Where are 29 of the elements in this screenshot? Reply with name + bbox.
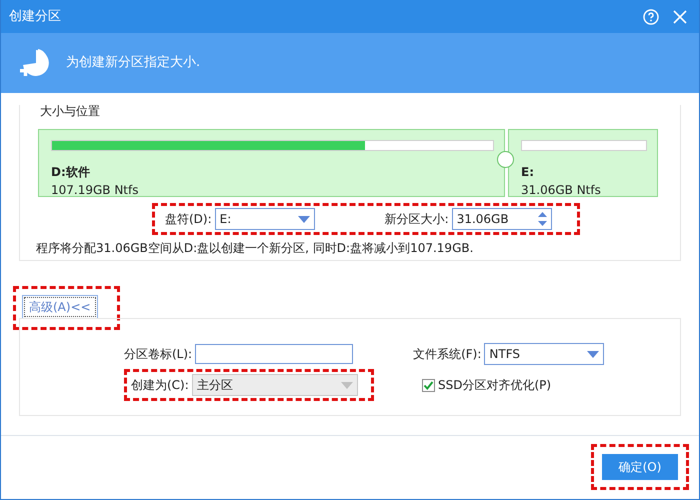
- partition-info: 107.19GB Ntfs: [51, 182, 140, 199]
- info-text: 程序将分配31.06GB空间从D:盘以创建一个新分区, 同时D:盘将减小到107.19GB.: [36, 240, 474, 257]
- close-icon[interactable]: [673, 10, 687, 24]
- caret-icon: [340, 382, 353, 388]
- volume-label-field[interactable]: [195, 344, 354, 364]
- field-label: 文件系统(F):: [413, 346, 482, 363]
- advanced-button[interactable]: 高级(A)<<: [22, 295, 98, 319]
- drive-letter-select[interactable]: E:: [214, 208, 315, 230]
- file-system-select[interactable]: NTFS: [484, 343, 604, 365]
- partition-add-icon: [19, 48, 49, 78]
- field-label: 新分区大小:: [384, 211, 449, 228]
- spinner-arrows-icon[interactable]: [538, 212, 547, 226]
- partition-name: D:软件: [51, 164, 91, 181]
- partition-name: E:: [521, 164, 535, 181]
- group-title: 大小与位置: [38, 102, 102, 120]
- field-label: 分区卷标(L):: [124, 346, 192, 363]
- header-text: 为创建新分区指定大小.: [66, 54, 200, 72]
- caret-icon: [298, 216, 310, 222]
- size-spinbox[interactable]: 31.06GB: [452, 208, 552, 230]
- caret-icon: [587, 350, 600, 358]
- resize-handle[interactable]: [497, 151, 514, 168]
- field-label: 创建为(C):: [131, 377, 189, 394]
- window-title: 创建分区: [9, 8, 62, 26]
- field-label: 盘符(D):: [165, 211, 212, 228]
- partition-info: 31.06GB Ntfs: [521, 182, 602, 199]
- ok-button[interactable]: 确定(O): [602, 454, 678, 480]
- checkbox-label: SSD分区对齐优化(P): [438, 377, 552, 394]
- checkbox[interactable]: [422, 378, 435, 392]
- help-icon[interactable]: [643, 8, 659, 24]
